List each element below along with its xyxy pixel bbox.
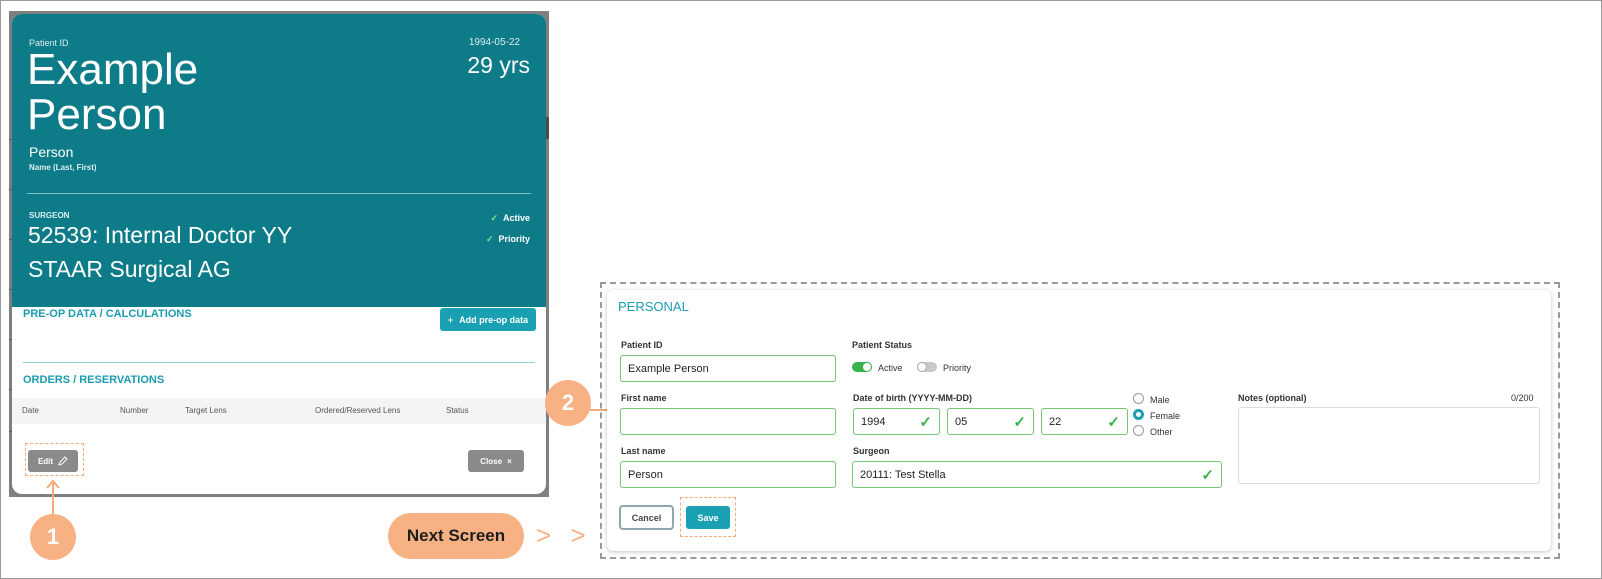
gender-male-label: Male [1150,395,1170,405]
check-icon: ✓ [919,414,932,431]
first-name-label: First name [621,393,667,403]
last-name-label: Last name [621,446,666,456]
last-name-input[interactable]: Person [620,461,836,488]
next-screen-arrows: > > [536,520,592,550]
step-badge-1: 1 [30,514,76,560]
surgeon-select[interactable]: 20111: Test Stella ✓ [852,461,1222,488]
next-screen-label: Next Screen [388,513,524,559]
patient-id-input[interactable]: Example Person [620,355,836,382]
gender-radio-male[interactable] [1133,393,1144,404]
notes-label: Notes (optional) [1238,393,1307,403]
surgeon-label: Surgeon [853,446,890,456]
dob-year-input[interactable]: 1994 ✓ [853,408,940,435]
patient-id-label: Patient ID [621,340,663,350]
gender-other-label: Other [1150,427,1173,437]
active-toggle[interactable] [852,362,872,372]
cancel-button[interactable]: Cancel [619,505,674,530]
dob-month-input[interactable]: 05 ✓ [947,408,1034,435]
gender-radio-other[interactable] [1133,425,1144,436]
patient-status-label: Patient Status [852,340,913,350]
active-toggle-label: Active [878,363,903,373]
first-name-input[interactable] [620,408,836,435]
dob-day-input[interactable]: 22 ✓ [1041,408,1128,435]
form-title: PERSONAL [618,299,689,314]
save-highlight-box [680,497,736,537]
check-icon: ✓ [1201,467,1214,484]
dob-label: Date of birth (YYYY-MM-DD) [853,393,972,403]
gender-female-label: Female [1150,411,1181,421]
priority-toggle-label: Priority [943,363,972,373]
priority-toggle[interactable] [917,362,937,372]
check-icon: ✓ [1013,414,1026,431]
gender-radio-female[interactable] [1133,409,1144,420]
notes-char-count: 0/200 [1511,393,1534,403]
check-icon: ✓ [1107,414,1120,431]
notes-textarea[interactable] [1238,407,1540,484]
step-badge-2: 2 [545,380,591,426]
